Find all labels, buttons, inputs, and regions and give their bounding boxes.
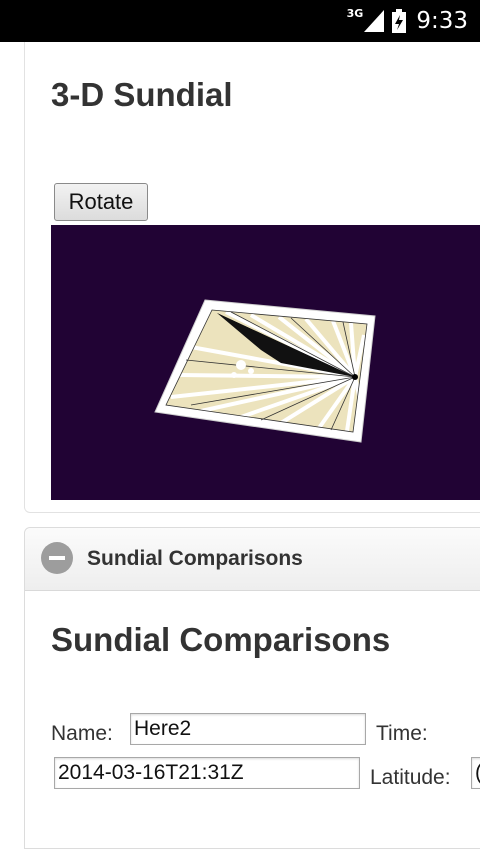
time-label: Time: [376, 722, 428, 745]
sundial-comparisons-section: Sundial Comparisons Sundial Comparisons … [24, 527, 480, 849]
latitude-input[interactable] [471, 757, 480, 789]
latitude-label: Latitude: [370, 766, 451, 789]
sundial-panel: 3-D Sundial Rotate [24, 42, 480, 513]
status-icons: 3G 9:33 [346, 6, 468, 35]
section-title: Sundial Comparisons [51, 621, 391, 658]
name-label: Name: [51, 722, 113, 745]
network-type: 3G [346, 6, 364, 20]
sundial-3d-canvas[interactable] [51, 225, 480, 500]
sundial-render [154, 299, 376, 443]
collapse-minus-icon[interactable] [41, 542, 73, 574]
name-input[interactable] [130, 713, 366, 745]
time-input[interactable] [54, 757, 360, 789]
signal-icon [364, 10, 385, 32]
panel-title: 3-D Sundial [51, 76, 233, 113]
status-bar: 3G 9:33 [0, 0, 480, 42]
collapsible-header-label[interactable]: Sundial Comparisons [87, 547, 303, 571]
rotate-button[interactable]: Rotate [54, 183, 148, 221]
battery-charging-icon [392, 9, 407, 33]
clock: 9:33 [416, 8, 468, 34]
page-content: 3-D Sundial Rotate Sundial Comparisons S… [0, 42, 480, 849]
collapsible-header[interactable]: Sundial Comparisons [25, 528, 480, 591]
